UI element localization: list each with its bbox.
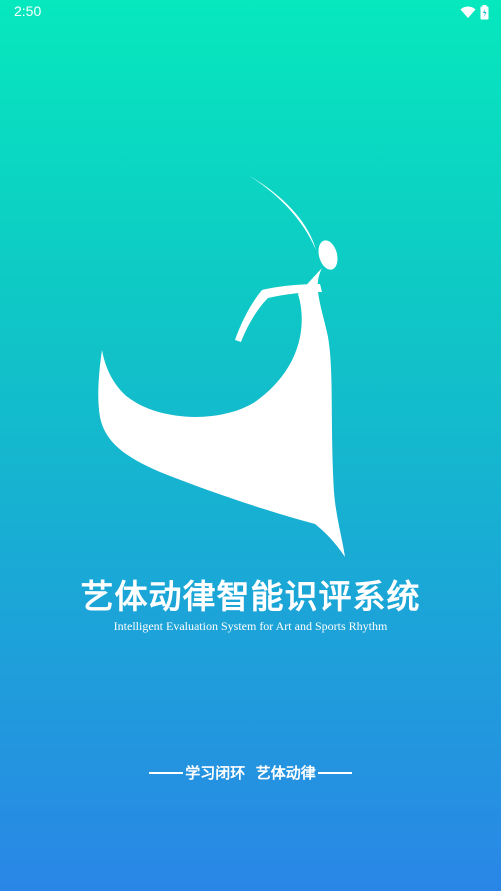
- dancer-logo: [98, 175, 345, 557]
- battery-icon: [480, 5, 489, 20]
- slogan-text: 学习闭环 艺体动律: [185, 764, 316, 782]
- slogan: 学习闭环 艺体动律: [0, 762, 501, 783]
- app-title: 艺体动律智能识评系统: [80, 577, 421, 616]
- wifi-icon: [460, 6, 476, 18]
- status-bar: 2:50: [0, 0, 501, 26]
- app-subtitle: Intelligent Evaluation System for Art an…: [113, 619, 388, 633]
- slogan-left-line: [149, 771, 184, 774]
- status-time: 2:50: [14, 3, 42, 19]
- status-icons: [460, 5, 489, 20]
- splash-screen: 2:50 艺体动律智能识评系统 Intelligent Evaluation S…: [0, 0, 501, 891]
- slogan-right-line: [317, 771, 352, 774]
